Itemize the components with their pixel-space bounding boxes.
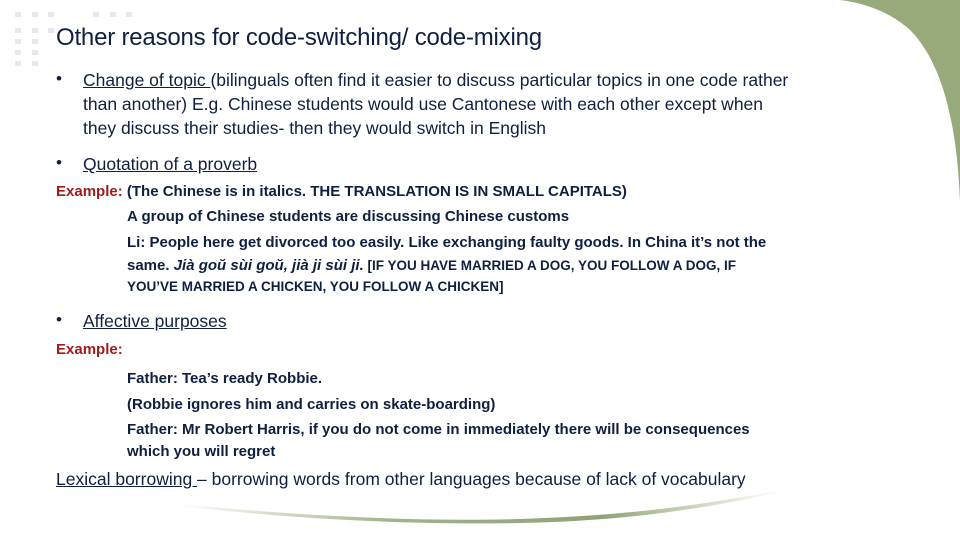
example-proverb-line: same. Jià goŭ sùi goŭ, jià ji sùi ji. [I… [127,257,736,275]
bullet-heading: Affective purposes [83,311,227,331]
example-text: same. [127,257,174,274]
example-label: Example: [56,183,123,200]
example-intro-text: (The Chinese is in italics. THE TRANSLAT… [122,183,627,200]
bullet-text: (bilinguals often find it easier to disc… [210,70,789,90]
bullet-change-of-topic: Change of topic (bilinguals often find i… [83,70,788,91]
lexical-borrowing-text: – borrowing words from other languages b… [197,469,746,489]
bullet-heading: Quotation of a proverb [83,154,258,174]
lexical-borrowing-item: Lexical borrowing – borrowing words from… [56,469,746,490]
example-line: Father: Tea’s ready Robbie. [127,370,323,387]
bullet-quotation-of-proverb: Quotation of a proverb [83,154,257,175]
example-label: Example: [56,341,123,358]
example-intro: Example: (The Chinese is in italics. THE… [56,183,627,201]
example-line: A group of Chinese students are discussi… [127,208,570,225]
bullet-affective-purposes: Affective purposes [83,311,227,332]
bullet-icon: • [56,153,62,172]
example-line: Father: Mr Robert Harris, if you do not … [127,421,750,438]
proverb-translation: [IF YOU HAVE MARRIED A DOG, YOU FOLLOW A… [363,258,736,273]
bullet-icon: • [56,310,62,329]
slide-title: Other reasons for code-switching/ code-m… [56,24,542,51]
proverb-translation: YOU’VE MARRIED A CHICKEN, YOU FOLLOW A C… [127,279,504,294]
bullet-text-line: they discuss their studies- then they wo… [83,118,547,138]
bullet-heading: Change of topic [83,70,211,90]
bullet-text-line: than another) E.g. Chinese students woul… [83,94,764,114]
example-line: which you will regret [127,443,276,460]
lexical-borrowing-heading: Lexical borrowing [56,469,198,489]
bullet-icon: • [56,69,62,88]
example-line: Li: People here get divorced too easily.… [127,234,767,251]
chinese-proverb: Jià goŭ sùi goŭ, jià ji sùi ji. [173,257,364,274]
example-line: (Robbie ignores him and carries on skate… [127,396,496,413]
